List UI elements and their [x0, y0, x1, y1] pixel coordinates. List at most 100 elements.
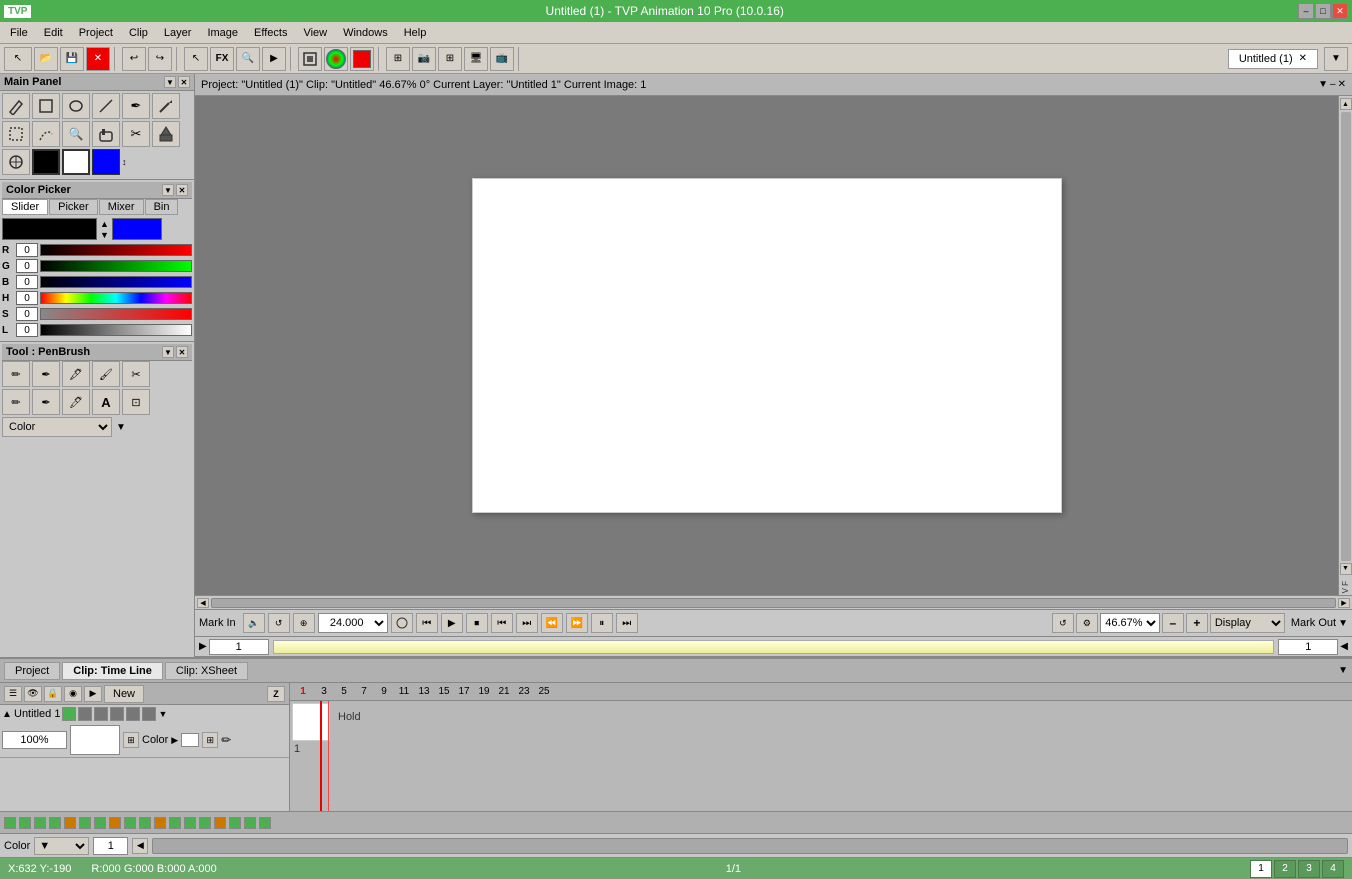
bc-prev[interactable]: ◀ [132, 838, 148, 854]
slider-b-input[interactable] [16, 275, 38, 289]
status-tab-1[interactable]: 1 [1250, 860, 1272, 878]
secondary-color-swatch[interactable] [112, 218, 162, 240]
transport-prev-end[interactable]: ⏭ [516, 613, 538, 633]
bt-tab-timeline[interactable]: Clip: Time Line [62, 662, 163, 680]
hscroll-left[interactable]: ◀ [197, 598, 209, 608]
check4[interactable] [49, 817, 61, 829]
vscroll-track[interactable] [1341, 112, 1351, 561]
tool-play[interactable]: ▶ [262, 47, 286, 71]
layer-solo[interactable]: ◉ [64, 686, 82, 702]
tool-stamp[interactable]: ✒ [122, 93, 150, 119]
check6[interactable] [79, 817, 91, 829]
transport-prev-start[interactable]: ⏮ [491, 613, 513, 633]
menu-edit[interactable]: Edit [36, 25, 71, 41]
layer-color-swatch2[interactable] [181, 733, 199, 747]
bt-dropdown[interactable]: ▼ [1338, 665, 1348, 676]
close-button[interactable]: ✕ [1332, 3, 1348, 19]
check16[interactable] [229, 817, 241, 829]
tool-save[interactable]: 💾 [60, 47, 84, 71]
pen-brush-color-select[interactable]: Color [2, 417, 112, 437]
layer-eye[interactable]: 👁 [24, 686, 42, 702]
mark-out-arrow[interactable]: ▼ [1338, 618, 1348, 629]
color-picker-close[interactable]: ✕ [176, 184, 188, 196]
check12[interactable] [169, 817, 181, 829]
check5[interactable] [64, 817, 76, 829]
check14[interactable] [199, 817, 211, 829]
tool-pen[interactable] [2, 93, 30, 119]
tool-ellipse[interactable] [62, 93, 90, 119]
canvas-vscroll[interactable]: ▲ ▼ F V [1338, 96, 1352, 595]
tool-special1[interactable] [2, 149, 30, 175]
color-dropdown-arrow[interactable]: ▲▼ [100, 219, 109, 240]
tool-select-rect[interactable] [2, 121, 30, 147]
mark-in-arrow[interactable]: ▶ [199, 641, 207, 652]
zoom-reset[interactable]: ↺ [1052, 613, 1074, 633]
menu-file[interactable]: File [2, 25, 36, 41]
transport-end[interactable]: ⏭ [616, 613, 638, 633]
project-bar-close[interactable]: ✕ [1338, 79, 1346, 90]
layer-color-dropdown[interactable]: ▶ [171, 735, 178, 746]
slider-l-track[interactable] [40, 324, 192, 336]
slider-h-track[interactable] [40, 292, 192, 304]
color-picker-menu[interactable]: ▼ [162, 184, 174, 196]
transport-fps-select[interactable]: 24.000 [318, 613, 388, 633]
layer-opacity-input[interactable] [2, 731, 67, 749]
minimize-button[interactable]: – [1298, 3, 1314, 19]
zoom-minus[interactable]: – [1162, 613, 1184, 633]
frame-cell[interactable] [292, 703, 330, 741]
layer-icon4[interactable] [110, 707, 124, 721]
transport-play[interactable]: ▶ [441, 613, 463, 633]
pb-inkpen[interactable]: 🖊 [62, 389, 90, 415]
tb-monitor2[interactable]: 📺 [490, 47, 514, 71]
cp-tab-mixer[interactable]: Mixer [99, 199, 144, 215]
pb-eraser[interactable]: ✂ [122, 361, 150, 387]
slider-r-track[interactable] [40, 244, 192, 256]
layer-anim[interactable]: ▶ [84, 686, 102, 702]
menu-help[interactable]: Help [396, 25, 435, 41]
status-tab-4[interactable]: 4 [1322, 860, 1344, 878]
frames-hscroll[interactable] [152, 838, 1348, 854]
check3[interactable] [34, 817, 46, 829]
slider-g-track[interactable] [40, 260, 192, 272]
transport-frame-back[interactable]: ⏪ [541, 613, 563, 633]
canvas-tab-untitled[interactable]: Untitled (1) ✕ [1228, 49, 1318, 69]
slider-s-track[interactable] [40, 308, 192, 320]
layer-icon3[interactable] [94, 707, 108, 721]
tb-monitor[interactable]: 🖥 [464, 47, 488, 71]
pb-calligraphy[interactable]: ✒ [32, 389, 60, 415]
slider-b-track[interactable] [40, 276, 192, 288]
check1[interactable] [4, 817, 16, 829]
tb-grid2[interactable]: ⊞ [438, 47, 462, 71]
maximize-button[interactable]: □ [1315, 3, 1331, 19]
status-tab-2[interactable]: 2 [1274, 860, 1296, 878]
drawing-canvas[interactable] [472, 178, 1062, 513]
menu-clip[interactable]: Clip [121, 25, 156, 41]
check10[interactable] [139, 817, 151, 829]
check9[interactable] [124, 817, 136, 829]
frame-input-start[interactable] [209, 639, 269, 655]
transport-stop[interactable]: ⏹ [466, 613, 488, 633]
slider-r-input[interactable] [16, 243, 38, 257]
transport-vol[interactable]: 🔈 [243, 613, 265, 633]
color-swatch-rect[interactable] [62, 149, 90, 175]
layer-expand-arrow[interactable]: ▲ [2, 709, 12, 720]
tool-rect[interactable] [32, 93, 60, 119]
tool-eyedropper[interactable]: ✂ [122, 121, 150, 147]
cp-tab-bin[interactable]: Bin [145, 199, 179, 215]
tool-onion[interactable] [298, 47, 322, 71]
pen-brush-menu[interactable]: ▼ [162, 346, 174, 358]
tool-hand[interactable] [92, 121, 120, 147]
bc-frame-input[interactable] [93, 837, 128, 855]
transport-onion[interactable] [391, 613, 413, 633]
transport-frame-fwd[interactable]: ⏩ [566, 613, 588, 633]
layer-icon6[interactable] [142, 707, 156, 721]
cp-tab-picker[interactable]: Picker [49, 199, 98, 215]
check8[interactable] [109, 817, 121, 829]
pb-pencil[interactable]: ✏ [2, 361, 30, 387]
menu-project[interactable]: Project [71, 25, 121, 41]
slider-l-input[interactable] [16, 323, 38, 337]
tb-grid[interactable]: ⊞ [386, 47, 410, 71]
layer-frame-expand[interactable]: ⊞ [202, 732, 218, 748]
frame-content[interactable]: Hold 1 [290, 701, 1352, 811]
check7[interactable] [94, 817, 106, 829]
